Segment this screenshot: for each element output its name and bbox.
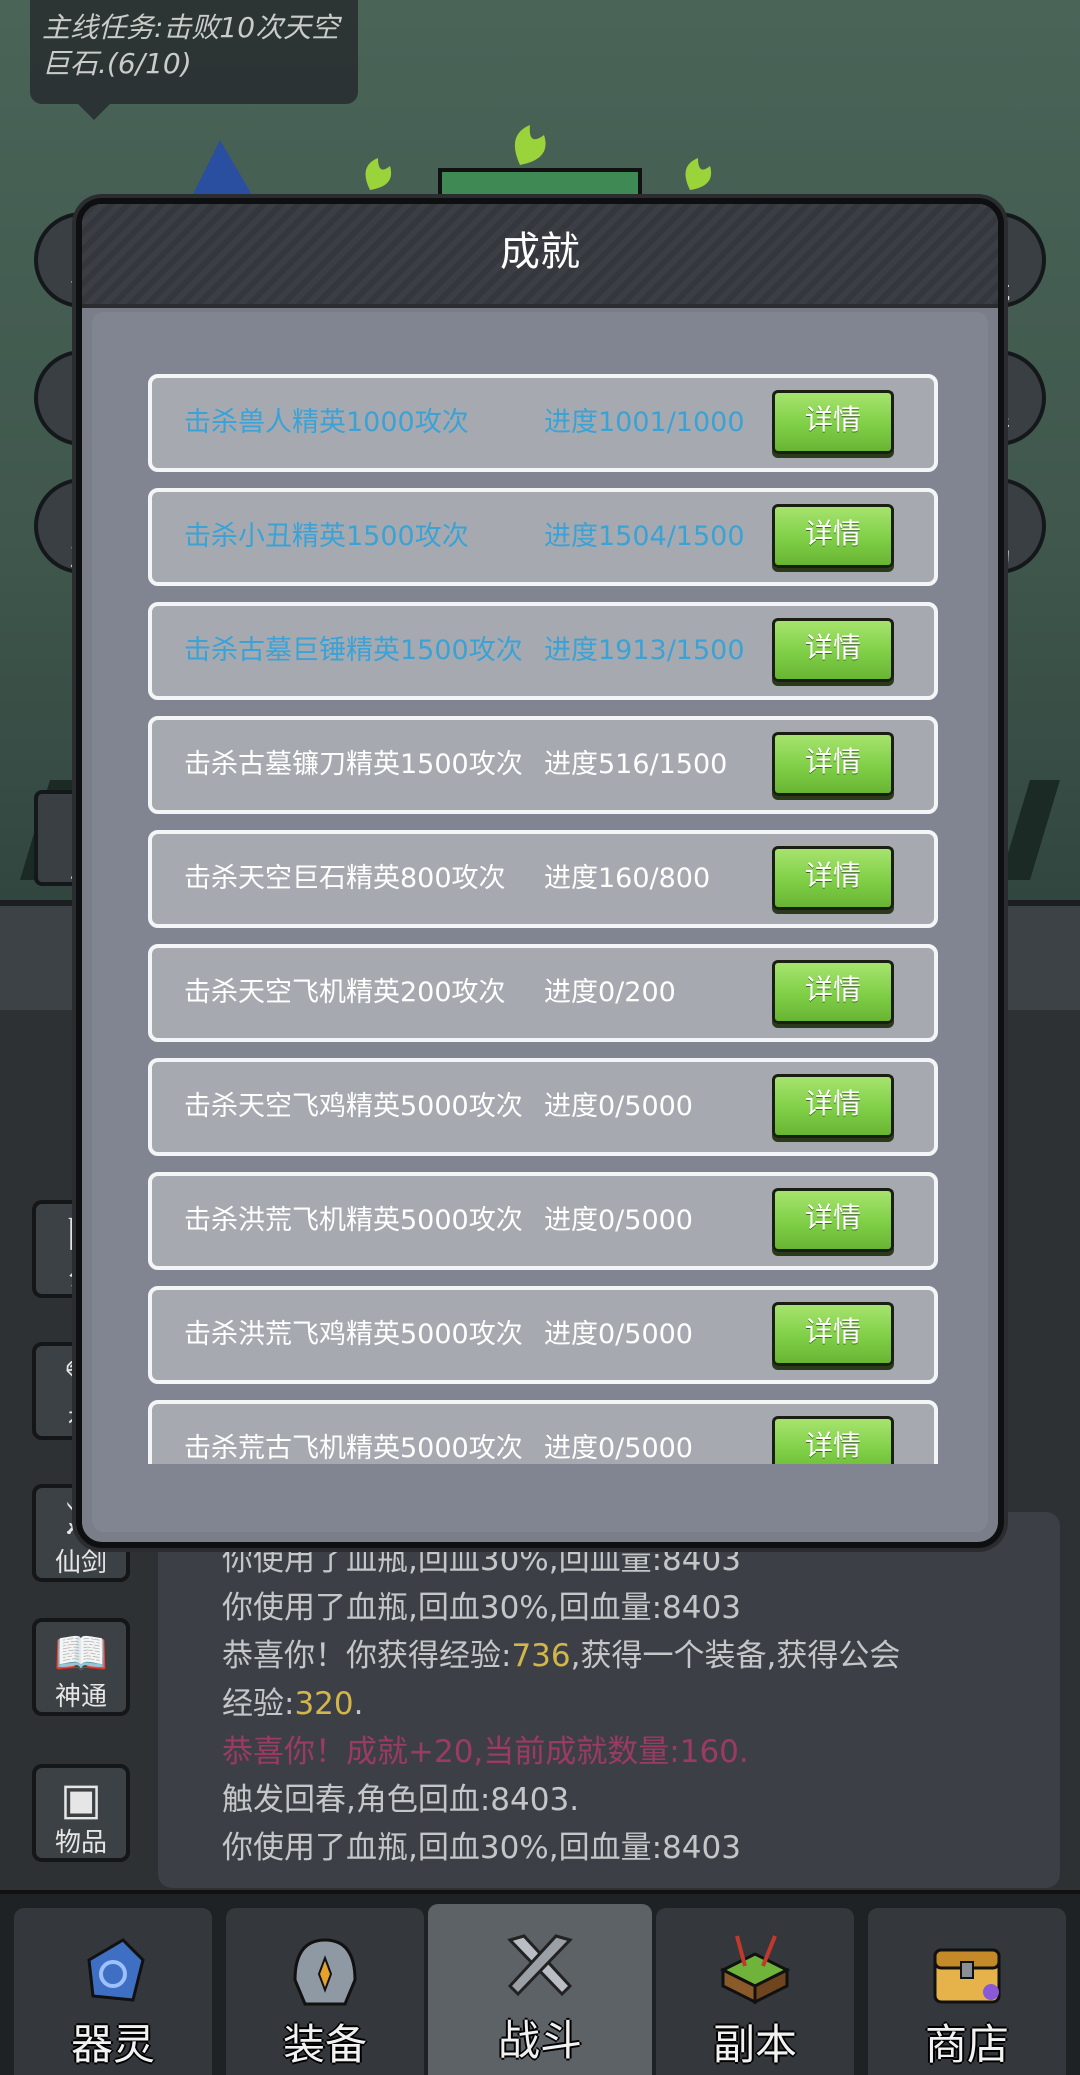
- detail-button[interactable]: 详情: [772, 1188, 894, 1252]
- achievement-name: 击杀兽人精英1000攻次: [184, 407, 469, 438]
- detail-button[interactable]: 详情: [772, 504, 894, 568]
- nav-tab-shop[interactable]: 商店: [868, 1908, 1066, 2075]
- achievement-progress: 进度160/800: [544, 863, 711, 894]
- detail-button[interactable]: 详情: [772, 1074, 894, 1138]
- achievement-progress: 进度0/5000: [544, 1319, 693, 1350]
- helmet-icon: [293, 1938, 357, 2006]
- achievement-name: 击杀小丑精英1500攻次: [184, 521, 469, 552]
- detail-button[interactable]: 详情: [772, 618, 894, 682]
- achievement-name: 击杀天空巨石精英800攻次: [184, 863, 506, 894]
- detail-button[interactable]: 详情: [772, 960, 894, 1024]
- detail-button[interactable]: 详情: [772, 846, 894, 910]
- achievement-row: 击杀小丑精英1500攻次 进度1504/1500 详情: [148, 488, 938, 586]
- achievement-progress: 进度0/5000: [544, 1433, 693, 1464]
- achievement-name: 击杀洪荒飞机精英5000攻次: [184, 1205, 523, 1236]
- achievement-dialog: 成就 击杀兽人精英1000攻次 进度1001/1000 详情 击杀小丑精英1500攻次…: [76, 198, 1004, 1548]
- achievement-row: 击杀天空飞机精英200攻次 进度0/200 详情: [148, 944, 938, 1042]
- achievement-row: 击杀洪荒飞鸡精英5000攻次 进度0/5000 详情: [148, 1286, 938, 1384]
- achievement-name: 击杀洪荒飞鸡精英5000攻次: [184, 1319, 523, 1350]
- achievement-row: 击杀古墓镰刀精英1500攻次 进度516/1500 详情: [148, 716, 938, 814]
- achievement-row: 击杀古墓巨锤精英1500攻次 进度1913/1500 详情: [148, 602, 938, 700]
- achievement-name: 击杀古墓巨锤精英1500攻次: [184, 635, 523, 666]
- achievement-progress: 进度516/1500: [544, 749, 728, 780]
- nav-tab-battle[interactable]: 战斗: [428, 1904, 652, 2075]
- detail-button[interactable]: 详情: [772, 1302, 894, 1366]
- achievement-row: 击杀兽人精英1000攻次 进度1001/1000 详情: [148, 374, 938, 472]
- achievement-row: 击杀荒古飞机精英5000攻次 进度0/5000 详情: [148, 1400, 938, 1464]
- detail-button[interactable]: 详情: [772, 732, 894, 796]
- achievement-row: 击杀天空飞鸡精英5000攻次 进度0/5000 详情: [148, 1058, 938, 1156]
- detail-button[interactable]: 详情: [772, 390, 894, 454]
- dialog-header: 成就: [82, 204, 998, 308]
- dialog-title: 成就: [500, 229, 580, 275]
- nav-tab-spirit[interactable]: 器灵: [14, 1908, 212, 2075]
- nav-tab-dungeon[interactable]: 副本: [656, 1908, 854, 2075]
- achievement-name: 击杀荒古飞机精英5000攻次: [184, 1433, 523, 1464]
- achievement-progress: 进度1001/1000: [544, 407, 745, 438]
- detail-button[interactable]: 详情: [772, 1416, 894, 1464]
- achievement-progress: 进度1504/1500: [544, 521, 745, 552]
- achievement-progress: 进度0/5000: [544, 1091, 693, 1122]
- crossed-swords-icon: [507, 1934, 573, 1997]
- achievement-progress: 进度0/200: [544, 977, 676, 1008]
- achievement-name: 击杀天空飞鸡精英5000攻次: [184, 1091, 523, 1122]
- achievement-row: 击杀天空巨石精英800攻次 进度160/800 详情: [148, 830, 938, 928]
- achievement-row: 击杀洪荒飞机精英5000攻次 进度0/5000 详情: [148, 1172, 938, 1270]
- achievement-name: 击杀天空飞机精英200攻次: [184, 977, 506, 1008]
- achievement-name: 击杀古墓镰刀精英1500攻次: [184, 749, 523, 780]
- shop-chest-icon: [933, 1948, 1001, 2004]
- bottom-nav: 器灵 装备 战斗 副本 商店: [0, 1890, 1080, 2075]
- dungeon-icon: [719, 1935, 791, 2005]
- achievement-progress: 进度0/5000: [544, 1205, 693, 1236]
- achievement-progress: 进度1913/1500: [544, 635, 745, 666]
- spirit-icon: [87, 1938, 145, 2002]
- nav-tab-equipment[interactable]: 装备: [226, 1908, 424, 2075]
- achievement-list[interactable]: 击杀兽人精英1000攻次 进度1001/1000 详情 击杀小丑精英1500攻次 进度1…: [148, 374, 938, 1464]
